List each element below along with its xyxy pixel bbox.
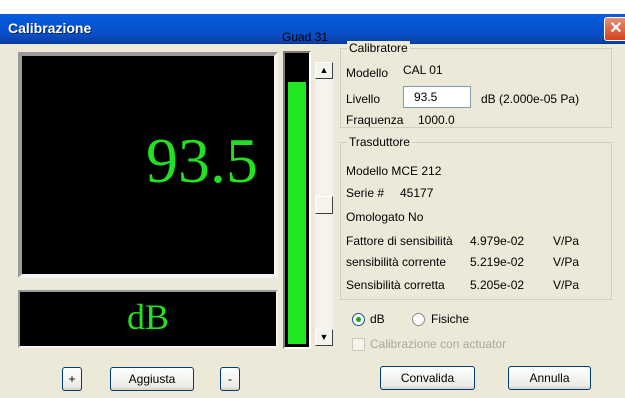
- livello-label: Livello: [346, 92, 381, 106]
- gain-level-bar: [283, 51, 311, 349]
- sensitivity-row-value: 5.219e-02: [470, 255, 525, 269]
- gain-level-fill: [288, 82, 306, 344]
- sensitivity-row-unit: V/Pa: [553, 234, 580, 248]
- actuator-label: Calibrazione con actuator: [370, 337, 507, 351]
- livello-input[interactable]: 93.5: [403, 86, 471, 108]
- scroll-thumb[interactable]: [315, 196, 333, 214]
- frequenza-value: 1000.0: [418, 113, 455, 127]
- frequenza-label: Fraquenza: [346, 113, 404, 127]
- serie-label: Serie #: [346, 186, 385, 200]
- sensitivity-row-value: 5.205e-02: [470, 278, 525, 292]
- close-button[interactable]: ✕: [604, 17, 625, 41]
- scroll-down-button[interactable]: ▼: [315, 329, 333, 346]
- arrow-down-icon: ▼: [319, 332, 329, 342]
- radio-fisiche[interactable]: [412, 313, 425, 326]
- sensitivity-row-label: Sensibilità corretta: [346, 278, 445, 292]
- increase-button[interactable]: +: [62, 367, 82, 391]
- top-strip: [0, 0, 625, 14]
- sensitivity-row-unit: V/Pa: [553, 278, 580, 292]
- livello-unit: dB (2.000e-05 Pa): [481, 92, 580, 106]
- radio-db[interactable]: [352, 313, 365, 326]
- sensitivity-row-unit: V/Pa: [553, 255, 580, 269]
- close-icon: ✕: [609, 20, 623, 37]
- unit-readout: dB: [126, 297, 169, 337]
- modello-label: Modello: [346, 66, 389, 80]
- aggiusta-button[interactable]: Aggiusta: [110, 367, 194, 391]
- gain-scrollbar[interactable]: ▲ ▼: [315, 62, 333, 346]
- scroll-up-button[interactable]: ▲: [315, 62, 333, 79]
- unit-display: dB: [18, 290, 278, 348]
- decrease-button[interactable]: -: [220, 367, 240, 391]
- omologato-status: Omologato No: [346, 210, 424, 224]
- trasduttore-modello: Modello MCE 212: [346, 164, 442, 178]
- gain-label: Guad 31: [282, 30, 329, 44]
- sensitivity-row-label: sensibilità corrente: [346, 255, 447, 269]
- calibratore-legend: Calibratore: [347, 41, 410, 55]
- annulla-button[interactable]: Annulla: [508, 366, 591, 390]
- radio-db-label: dB: [370, 312, 385, 326]
- modello-value: CAL 01: [403, 63, 443, 77]
- radio-fisiche-label: Fisiche: [431, 312, 470, 326]
- sensitivity-row-value: 4.979e-02: [470, 234, 525, 248]
- serie-value: 45177: [400, 186, 434, 200]
- actuator-checkbox[interactable]: [352, 338, 365, 351]
- level-readout: 93.5: [146, 125, 258, 196]
- level-display: 93.5: [18, 52, 278, 278]
- sensitivity-row-label: Fattore di sensibilità: [346, 234, 453, 248]
- window-title: Calibrazione: [8, 20, 92, 36]
- convalida-button[interactable]: Convalida: [380, 366, 475, 390]
- trasduttore-legend: Trasduttore: [347, 135, 412, 149]
- arrow-up-icon: ▲: [319, 65, 329, 75]
